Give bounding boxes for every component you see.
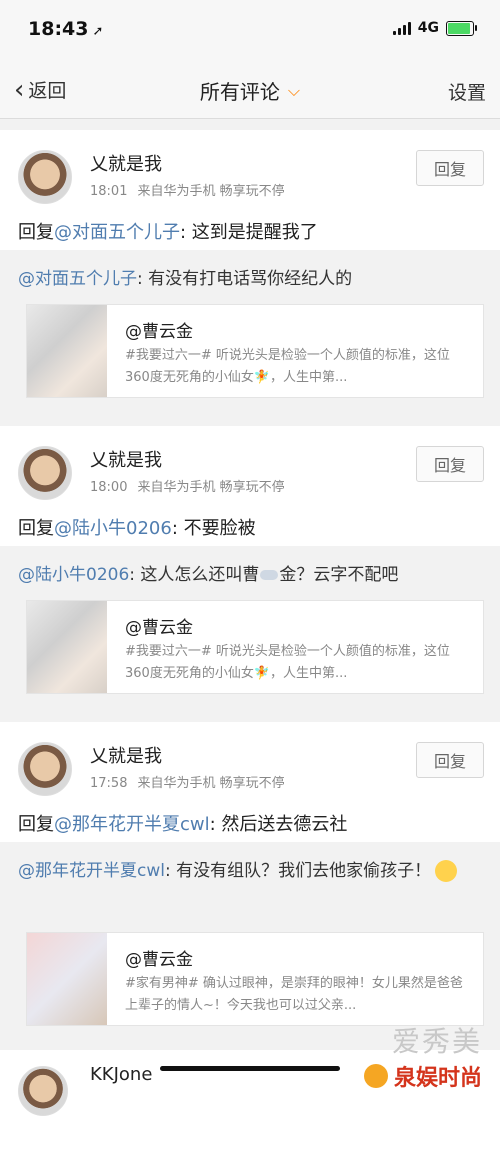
post-author: @曹云金 — [125, 950, 193, 970]
reply-button[interactable]: 回复 — [416, 150, 484, 186]
cloud-emoji-icon — [260, 570, 279, 580]
original-post-card[interactable]: @曹云金 #我要过六一# 听说光头是检验一个人颜值的标准，这位360度无死角的小… — [26, 600, 484, 694]
nav-bar: ‹ 返回 所有评论 ⌵ 设置 — [0, 62, 500, 119]
mention-link[interactable]: @陆小牛0206 — [54, 518, 172, 539]
quoted-comment: @那年花开半夏cwl: 有没有组队？我们去他家偷孩子！ @曹云金 #家有男神# … — [0, 842, 500, 1032]
comment-card: 乂就是我 18:01 来自华为手机 畅享玩不停 回复 回复@对面五个儿子: 这到是… — [0, 130, 500, 408]
comment-meta: 18:00 来自华为手机 畅享玩不停 — [90, 476, 285, 495]
status-time: 18:43 ➚ — [28, 18, 104, 40]
quoted-comment: @对面五个儿子: 有没有打电话骂你经纪人的 @曹云金 #我要过六一# 听说光头是… — [0, 250, 500, 408]
reply-button[interactable]: 回复 — [416, 446, 484, 482]
post-thumbnail — [27, 933, 107, 1025]
chevron-down-icon: ⌵ — [287, 80, 301, 100]
comment-meta: 17:58 来自华为手机 畅享玩不停 — [90, 772, 285, 791]
post-author: @曹云金 — [125, 618, 193, 638]
post-excerpt: #我要过六一# 听说光头是检验一个人颜值的标准，这位360度无死角的小仙女🧚，人… — [125, 644, 450, 681]
comment-text: 回复@陆小牛0206: 不要脸被 — [18, 518, 256, 539]
page-title: 所有评论 — [199, 80, 280, 104]
username[interactable]: 乂就是我 — [90, 742, 162, 768]
post-thumbnail — [27, 305, 107, 397]
location-arrow-icon: ➚ — [92, 24, 104, 39]
comment-source: 来自华为手机 畅享玩不停 — [137, 184, 285, 199]
home-indicator[interactable] — [160, 1066, 340, 1071]
mention-link[interactable]: @对面五个儿子 — [54, 222, 180, 243]
status-bar: 18:43 ➚ 4G — [0, 0, 500, 62]
quoted-text: @那年花开半夏cwl: 有没有组队？我们去他家偷孩子！ — [18, 856, 482, 886]
comment-card: 乂就是我 17:58 来自华为手机 畅享玩不停 回复 回复@那年花开半夏cwl: … — [0, 722, 500, 1032]
mention-link[interactable]: @那年花开半夏cwl — [54, 814, 210, 835]
comment-time: 18:01 — [90, 184, 128, 199]
avatar[interactable] — [18, 150, 72, 204]
reply-button[interactable]: 回复 — [416, 742, 484, 778]
avatar[interactable] — [18, 742, 72, 796]
watermark: 爱秀美 泉娱时尚 — [363, 1020, 482, 1092]
original-post-card[interactable]: @曹云金 #家有男神# 确认过眼神，是崇拜的眼神！女儿果然是爸爸上辈子的情人~！… — [26, 932, 484, 1026]
thinking-emoji-icon — [435, 860, 458, 882]
comment-filter-dropdown[interactable]: 所有评论 ⌵ — [200, 76, 300, 105]
comment-text: 回复@那年花开半夏cwl: 然后送去德云社 — [18, 814, 348, 835]
quoted-comment: @陆小牛0206: 这人怎么还叫曹 金？云字不配吧 @曹云金 #我要过六一# 听说… — [0, 546, 500, 704]
comment-time: 17:58 — [90, 776, 128, 791]
post-thumbnail — [27, 601, 107, 693]
settings-button[interactable]: 设置 — [448, 78, 486, 105]
comment-meta: 18:01 来自华为手机 畅享玩不停 — [90, 180, 285, 199]
mention-link[interactable]: @对面五个儿子 — [18, 269, 137, 289]
network-type: 4G — [417, 20, 439, 36]
avatar[interactable] — [18, 446, 72, 500]
comment-time: 18:00 — [90, 480, 128, 495]
post-excerpt: #我要过六一# 听说光头是检验一个人颜值的标准，这位360度无死角的小仙女🧚，人… — [125, 348, 450, 385]
signal-icon — [392, 21, 411, 35]
quoted-text: @对面五个儿子: 有没有打电话骂你经纪人的 — [18, 269, 353, 289]
post-author: @曹云金 — [125, 322, 193, 342]
brand-logo-icon — [363, 1064, 388, 1088]
comment-text: 回复@对面五个儿子: 这到是提醒我了 — [18, 222, 318, 243]
quoted-text: @陆小牛0206: 这人怎么还叫曹 金？云字不配吧 — [18, 565, 399, 585]
mention-link[interactable]: @那年花开半夏cwl — [18, 861, 165, 881]
mention-link[interactable]: @陆小牛0206 — [18, 565, 129, 585]
username[interactable]: 乂就是我 — [90, 150, 162, 176]
comment-card: 乂就是我 18:00 来自华为手机 畅享玩不停 回复 回复@陆小牛0206: 不要… — [0, 426, 500, 704]
battery-icon — [446, 20, 477, 36]
comment-source: 来自华为手机 畅享玩不停 — [137, 480, 285, 495]
username[interactable]: 乂就是我 — [90, 446, 162, 472]
original-post-card[interactable]: @曹云金 #我要过六一# 听说光头是检验一个人颜值的标准，这位360度无死角的小… — [26, 304, 484, 398]
comment-source: 来自华为手机 畅享玩不停 — [137, 776, 285, 791]
post-excerpt: #家有男神# 确认过眼神，是崇拜的眼神！女儿果然是爸爸上辈子的情人~！今天我也可… — [125, 976, 463, 1013]
avatar[interactable] — [18, 1066, 68, 1116]
